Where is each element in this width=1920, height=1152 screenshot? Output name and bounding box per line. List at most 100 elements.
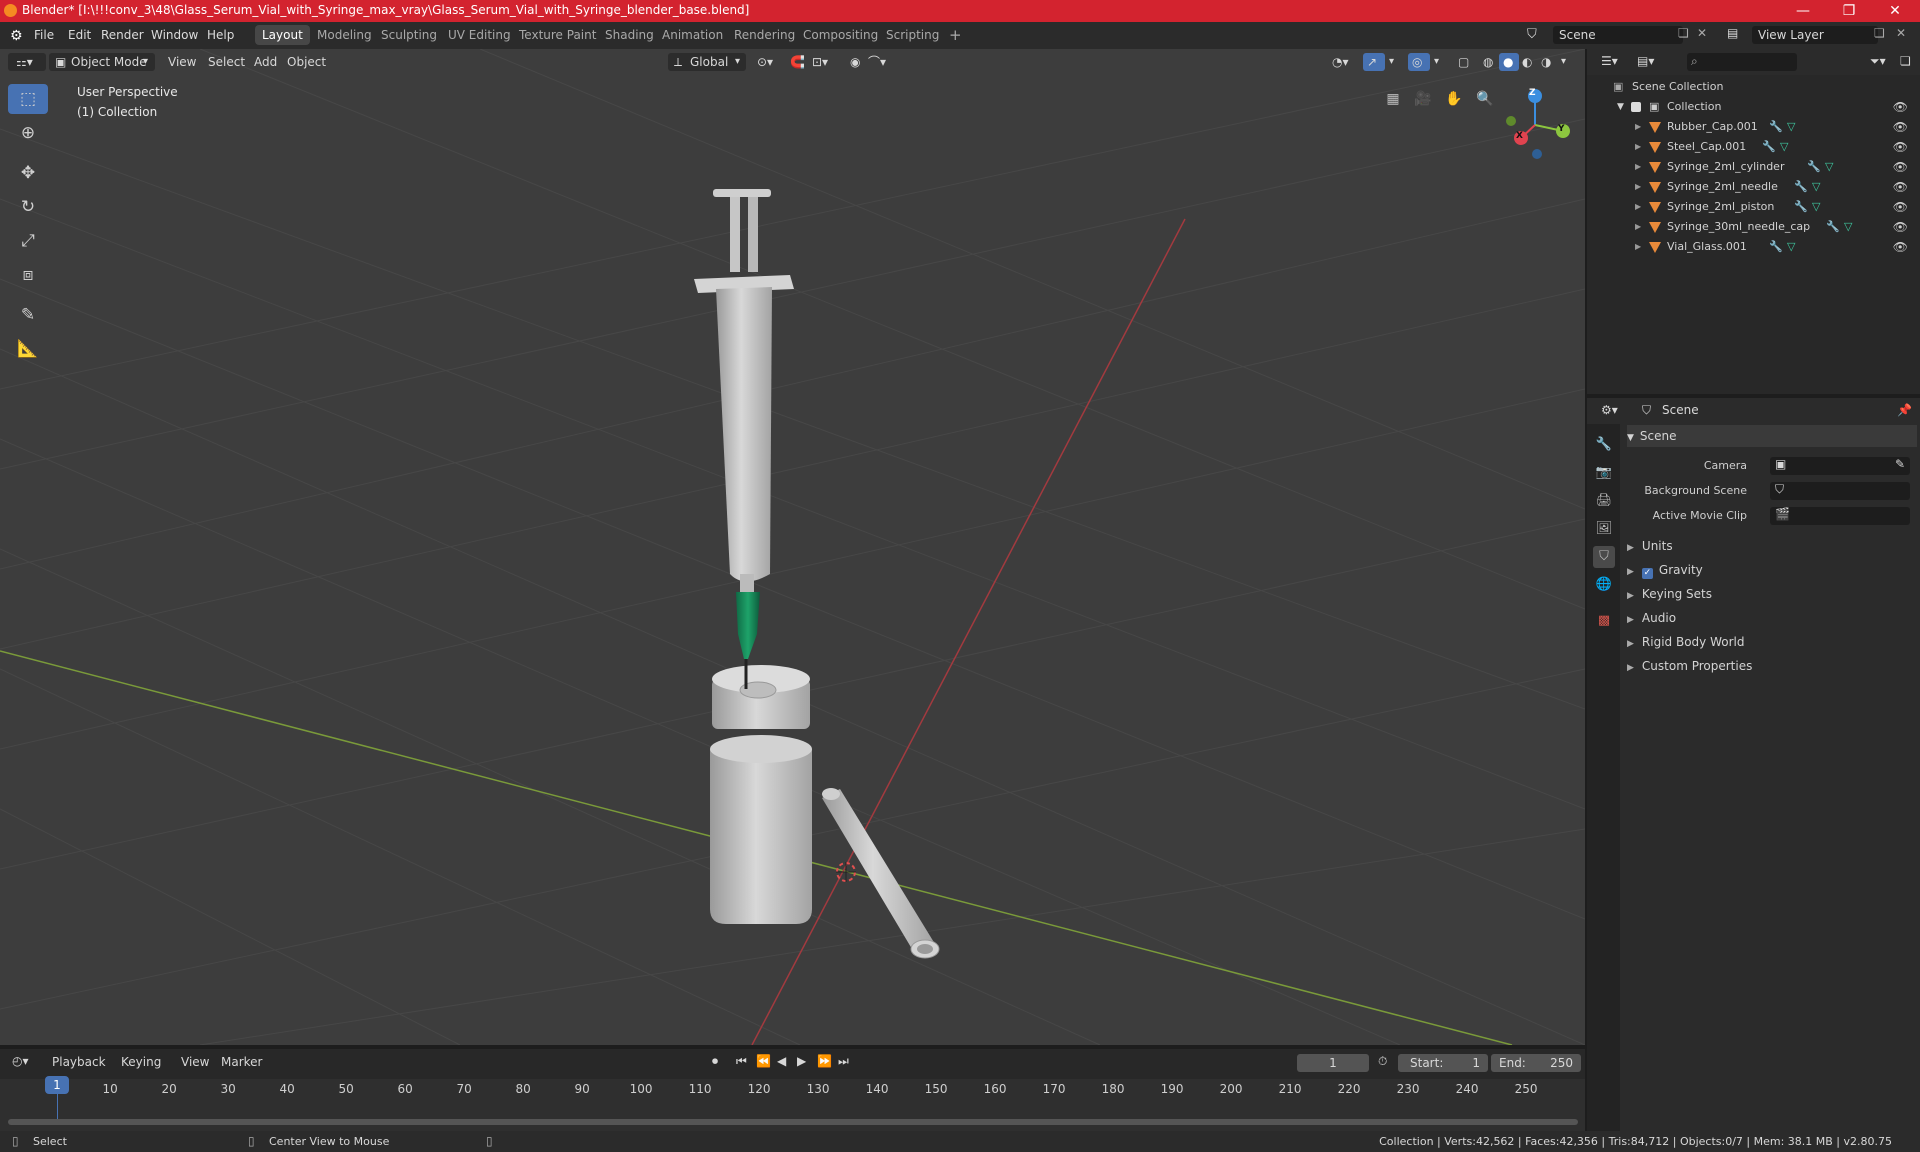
tab-layout[interactable]: Layout	[255, 25, 310, 45]
object-visibility-icon[interactable]: 👁	[1893, 237, 1908, 257]
wireframe-shading-icon[interactable]: ◍	[1483, 53, 1493, 71]
outliner-object-row[interactable]: ▶ Syringe_30ml_needle_cap 🔧 ▽ 👁	[1587, 217, 1920, 237]
viewport-menu-add[interactable]: Add	[254, 53, 277, 71]
rotate-tool-icon[interactable]: ↻	[8, 192, 48, 222]
modifier-wrench-icon[interactable]: 🔧	[1794, 177, 1808, 197]
3d-viewport[interactable]	[0, 49, 1585, 1045]
tab-texture-paint[interactable]: Texture Paint	[512, 25, 603, 45]
start-frame-field[interactable]: Start: 1	[1398, 1054, 1488, 1072]
outliner-object-row[interactable]: ▶ Steel_Cap.001 🔧 ▽ 👁	[1587, 137, 1920, 157]
tab-rendering[interactable]: Rendering	[727, 25, 802, 45]
close-button[interactable]: ✕	[1872, 0, 1918, 22]
modifier-wrench-icon[interactable]: 🔧	[1807, 157, 1821, 177]
menu-window[interactable]: Window	[151, 28, 198, 42]
object-expand-icon[interactable]: ▶	[1635, 217, 1641, 237]
scene-tab-icon[interactable]: ⛉	[1593, 546, 1615, 568]
object-visibility-icon[interactable]: 👁	[1893, 197, 1908, 217]
menu-edit[interactable]: Edit	[68, 28, 91, 42]
properties-section-rigid-body-world[interactable]: ▶ Rigid Body World	[1627, 631, 1917, 653]
blender-menu-icon[interactable]: ⚙	[10, 28, 23, 44]
tab-shading[interactable]: Shading	[598, 25, 661, 45]
navigation-gizmo[interactable]: Z Y X	[1497, 85, 1577, 165]
scene-browse-icon[interactable]: ⛉	[1527, 27, 1537, 42]
outliner-object-row[interactable]: ▶ Vial_Glass.001 🔧 ▽ 👁	[1587, 237, 1920, 257]
menu-file[interactable]: File	[34, 28, 54, 42]
mesh-data-icon[interactable]: ▽	[1787, 117, 1795, 137]
object-expand-icon[interactable]: ▶	[1635, 197, 1641, 217]
timeline-menu-keying[interactable]: Keying	[121, 1055, 161, 1069]
record-icon[interactable]: ⏺	[712, 1054, 718, 1069]
scene-field[interactable]: Scene	[1553, 26, 1683, 44]
object-expand-icon[interactable]: ▶	[1635, 137, 1641, 157]
next-keyframe-icon[interactable]: ⏩	[817, 1054, 832, 1068]
pin-icon[interactable]: 📌	[1897, 403, 1912, 417]
display-mode-icon[interactable]: ▤▾	[1637, 54, 1654, 68]
object-visibility-icon[interactable]: 👁	[1893, 157, 1908, 177]
tab-animation[interactable]: Animation	[655, 25, 730, 45]
viewport-menu-object[interactable]: Object	[287, 53, 326, 71]
xray-icon[interactable]: ▢	[1458, 53, 1469, 71]
object-visibility-icon[interactable]: 👁	[1893, 117, 1908, 137]
needle-cap-object[interactable]	[822, 788, 940, 959]
tab-compositing[interactable]: Compositing	[796, 25, 885, 45]
outliner-object-row[interactable]: ▶ Syringe_2ml_cylinder 🔧 ▽ 👁	[1587, 157, 1920, 177]
measure-tool-icon[interactable]: 📐	[8, 334, 48, 364]
outliner-scene-collection[interactable]: ▣ Scene Collection	[1587, 77, 1920, 97]
collection-visibility-icon[interactable]: 👁	[1893, 97, 1908, 117]
current-frame-field[interactable]: 1	[1297, 1054, 1369, 1072]
material-shading-icon[interactable]: ◐	[1522, 53, 1532, 71]
outliner-object-row[interactable]: ▶ Syringe_2ml_piston 🔧 ▽ 👁	[1587, 197, 1920, 217]
snap-icon[interactable]: 🧲	[790, 53, 805, 71]
falloff-icon[interactable]: ⌒▾	[868, 53, 886, 71]
properties-editor-type-icon[interactable]: ⚙▾	[1601, 403, 1618, 417]
gizmo-chevron-icon[interactable]: ▾	[1389, 53, 1394, 71]
tab-sculpting[interactable]: Sculpting	[374, 25, 444, 45]
world-tab-icon[interactable]: 🌐	[1593, 574, 1615, 596]
zoom-view-icon[interactable]: 🔍	[1472, 86, 1498, 112]
properties-section-audio[interactable]: ▶ Audio	[1627, 607, 1917, 629]
visibility-icon[interactable]: ◔▾	[1332, 53, 1349, 71]
viewport-menu-select[interactable]: Select	[208, 53, 245, 71]
rendered-shading-icon[interactable]: ◑	[1541, 53, 1551, 71]
collection-expand-icon[interactable]: ▼	[1617, 97, 1624, 117]
menu-help[interactable]: Help	[207, 28, 234, 42]
new-scene-icon[interactable]: ❏	[1678, 26, 1689, 40]
camera-view-icon[interactable]: 🎥	[1410, 86, 1436, 112]
play-reverse-icon[interactable]: ◀	[777, 1054, 786, 1068]
object-expand-icon[interactable]: ▶	[1635, 177, 1641, 197]
background-scene-field[interactable]	[1770, 482, 1910, 500]
tab-uv-editing[interactable]: UV Editing	[441, 25, 518, 45]
view-layer-tab-icon[interactable]: 🖼	[1593, 518, 1615, 540]
mesh-data-icon[interactable]: ▽	[1812, 197, 1820, 217]
transform-tool-icon[interactable]: ⧈	[8, 260, 48, 290]
properties-section-custom-properties[interactable]: ▶ Custom Properties	[1627, 655, 1917, 677]
vial-object[interactable]	[710, 665, 812, 924]
tab-modeling[interactable]: Modeling	[310, 25, 379, 45]
mesh-data-icon[interactable]: ▽	[1844, 217, 1852, 237]
object-visibility-icon[interactable]: 👁	[1893, 217, 1908, 237]
timeline-scrollbar[interactable]	[8, 1119, 1578, 1125]
snap-target-icon[interactable]: ⊡▾	[812, 53, 828, 71]
modifier-wrench-icon[interactable]: 🔧	[1826, 217, 1840, 237]
pan-view-icon[interactable]: ✋	[1441, 86, 1467, 112]
delete-scene-icon[interactable]: ✕	[1697, 26, 1707, 40]
timeline-editor-type-icon[interactable]: ◴▾	[12, 1054, 29, 1068]
prev-keyframe-icon[interactable]: ⏪	[756, 1054, 771, 1068]
tab-scripting[interactable]: Scripting	[879, 25, 946, 45]
shading-chevron-icon[interactable]: ▾	[1561, 53, 1566, 71]
scene-panel-header[interactable]: ▼ Scene	[1627, 425, 1917, 447]
pivot-point-icon[interactable]: ⊙▾	[757, 53, 773, 71]
object-expand-icon[interactable]: ▶	[1635, 157, 1641, 177]
scale-tool-icon[interactable]: ⤢	[8, 226, 48, 256]
3d-cursor[interactable]	[836, 862, 856, 882]
overlay-chevron-icon[interactable]: ▾	[1434, 53, 1439, 71]
output-tab-icon[interactable]: 🖨	[1593, 490, 1615, 512]
render-tab-icon[interactable]: 📷	[1593, 462, 1615, 484]
proportional-edit-icon[interactable]: ◉	[850, 53, 860, 71]
new-collection-icon[interactable]: ❏	[1900, 54, 1911, 68]
modifier-wrench-icon[interactable]: 🔧	[1794, 197, 1808, 217]
mesh-data-icon[interactable]: ▽	[1825, 157, 1833, 177]
tool-tab-icon[interactable]: 🔧	[1593, 434, 1615, 456]
outliner-search-input[interactable]	[1687, 53, 1797, 71]
mesh-data-icon[interactable]: ▽	[1812, 177, 1820, 197]
